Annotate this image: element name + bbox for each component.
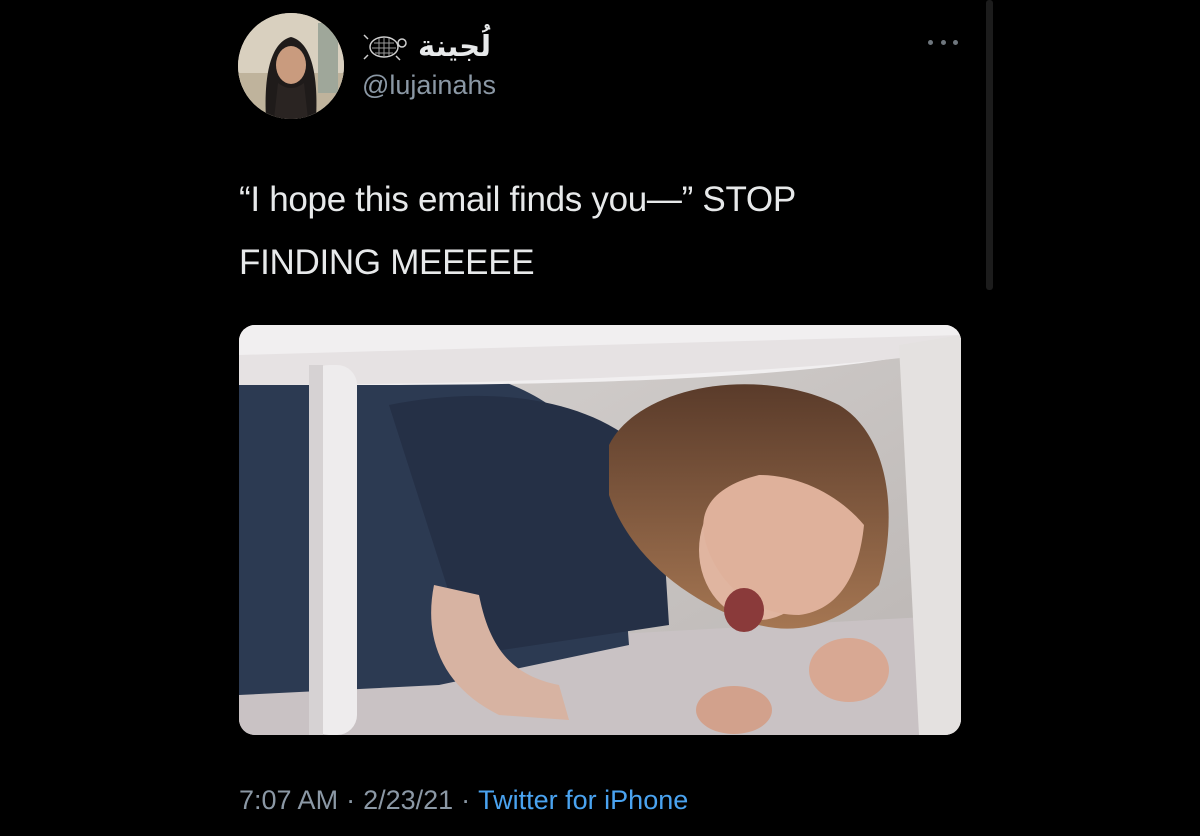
avatar[interactable] bbox=[238, 13, 344, 119]
more-dot bbox=[953, 39, 958, 45]
tweet-container: لُجينة @lujainahs “I hope this email fin… bbox=[0, 0, 1200, 836]
media-image bbox=[239, 325, 961, 735]
tweet-text: “I hope this email finds you—” STOP FIND… bbox=[239, 180, 796, 282]
author-handle[interactable]: @lujainahs bbox=[362, 70, 496, 101]
author-name-row: لُجينة bbox=[362, 26, 491, 66]
tweet-media[interactable] bbox=[239, 325, 961, 735]
separator: · bbox=[461, 785, 471, 815]
turtle-icon bbox=[363, 34, 407, 61]
tweet-date[interactable]: 2/23/21 bbox=[363, 785, 453, 816]
scrollbar[interactable] bbox=[986, 0, 993, 290]
more-dot bbox=[928, 39, 933, 45]
tweet-meta: 7:07 AM · 2/23/21 · Twitter for iPhone bbox=[239, 785, 688, 816]
tweet-time[interactable]: 7:07 AM bbox=[239, 785, 338, 816]
more-dot bbox=[940, 39, 946, 45]
separator: · bbox=[346, 785, 356, 815]
more-options-icon[interactable] bbox=[928, 32, 958, 52]
avatar-photo bbox=[238, 13, 344, 119]
author-display-name[interactable]: لُجينة bbox=[418, 29, 491, 63]
tweet-source-link[interactable]: Twitter for iPhone bbox=[478, 785, 688, 816]
